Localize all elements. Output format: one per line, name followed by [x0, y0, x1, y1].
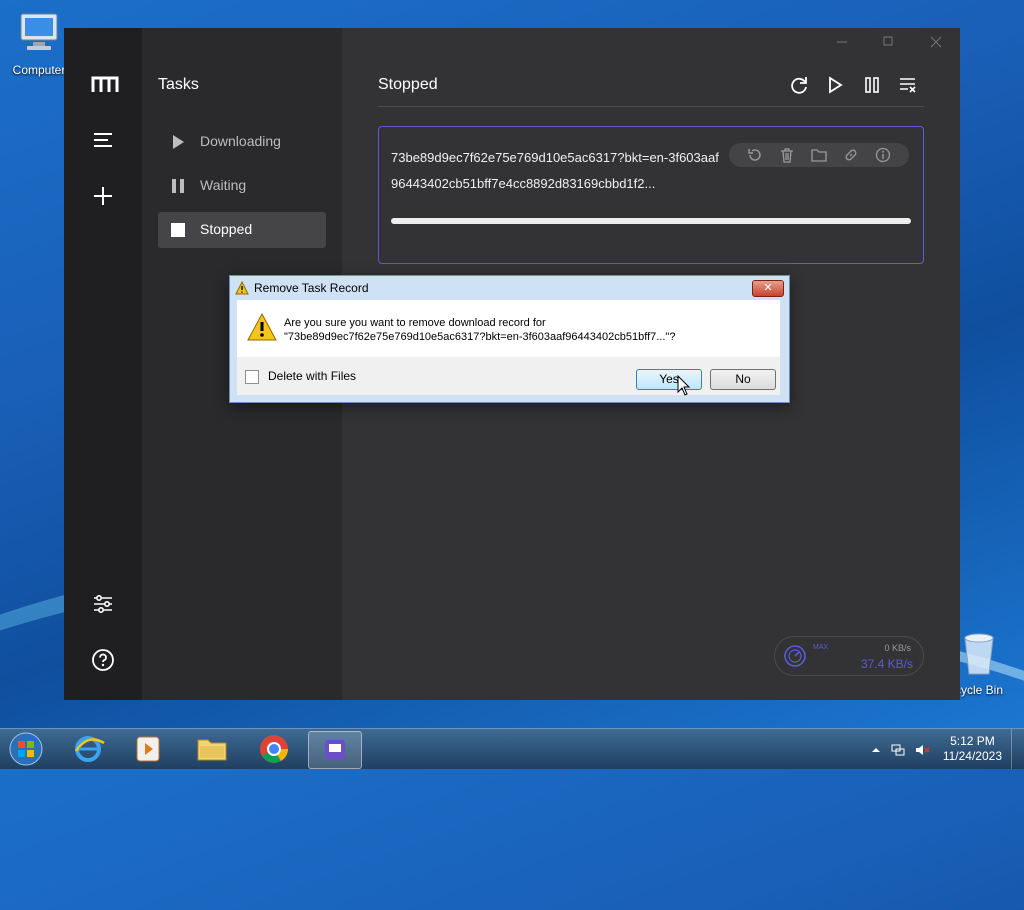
dialog-title: Remove Task Record	[254, 281, 369, 295]
dialog-message: Are you sure you want to remove download…	[284, 316, 675, 344]
volume-muted-icon[interactable]	[914, 742, 930, 758]
remove-task-dialog: Remove Task Record ✕ Are you sure you wa…	[229, 275, 790, 403]
task-actions	[729, 143, 909, 167]
dialog-body: Are you sure you want to remove download…	[237, 300, 780, 357]
desktop-icon-label: Computer	[12, 63, 66, 77]
info-icon[interactable]	[875, 147, 891, 163]
mouse-cursor-icon	[677, 374, 691, 397]
yes-button[interactable]: Yes	[636, 369, 702, 390]
warning-icon	[247, 312, 277, 342]
add-task-icon[interactable]	[91, 184, 115, 208]
app-rail	[64, 28, 142, 700]
show-desktop-button[interactable]	[1011, 729, 1024, 769]
title-divider	[378, 106, 924, 107]
pause-all-icon[interactable]	[861, 74, 883, 96]
taskbar: 5:12 PM 11/24/2023	[0, 728, 1024, 769]
speed-limit-label: MAX	[813, 644, 829, 651]
clear-list-icon[interactable]	[897, 74, 919, 96]
show-hidden-icons-icon[interactable]	[868, 742, 884, 758]
desktop-icon-label: cycle Bin	[954, 683, 1004, 697]
clock-date: 11/24/2023	[942, 749, 1002, 763]
minimize-icon[interactable]	[832, 34, 852, 50]
close-window-icon[interactable]	[926, 34, 946, 50]
dialog-close-button[interactable]: ✕	[752, 280, 784, 297]
speedometer: MAX 0 KB/s 37.4 KB/s	[774, 636, 924, 676]
clock-time: 5:12 PM	[950, 734, 995, 748]
dialog-message-line: "73be89d9ec7f62e75e769d10e5ac6317?bkt=en…	[284, 331, 676, 343]
media-player-icon[interactable]	[122, 731, 174, 767]
motrix-icon[interactable]	[308, 731, 362, 769]
refresh-icon[interactable]	[788, 74, 810, 96]
dialog-message-line: Are you sure you want to remove download…	[284, 317, 546, 329]
sidebar-item-downloading[interactable]: Downloading	[158, 124, 326, 160]
internet-explorer-icon[interactable]	[62, 731, 114, 767]
speedometer-icon	[783, 644, 807, 668]
sidebar-item-waiting[interactable]: Waiting	[158, 168, 326, 204]
start-button[interactable]	[6, 730, 46, 768]
sidebar-item-label: Waiting	[200, 177, 247, 193]
network-icon[interactable]	[890, 742, 906, 758]
sidebar-item-stopped[interactable]: Stopped	[158, 212, 326, 248]
warning-icon	[235, 280, 249, 295]
stop-icon	[170, 222, 186, 238]
maximize-icon[interactable]	[878, 34, 898, 50]
pause-icon	[170, 178, 186, 194]
help-icon[interactable]	[91, 648, 115, 672]
dialog-footer: Delete with Files Yes No	[237, 357, 780, 395]
delete-with-files-checkbox[interactable]	[245, 370, 259, 384]
upload-speed: 0 KB/s	[884, 643, 911, 653]
sidebar-item-label: Stopped	[200, 221, 253, 237]
preferences-icon[interactable]	[91, 592, 115, 616]
chrome-icon[interactable]	[248, 731, 300, 767]
sidebar-item-label: Downloading	[200, 133, 281, 149]
restart-icon[interactable]	[747, 147, 763, 163]
menu-icon[interactable]	[91, 128, 115, 152]
task-item[interactable]: 73be89d9ec7f62e75e769d10e5ac6317?bkt=en-…	[378, 126, 924, 264]
download-speed: 37.4 KB/s	[860, 657, 913, 671]
play-icon	[170, 134, 186, 150]
sidebar-title: Tasks	[158, 76, 199, 93]
no-button[interactable]: No	[710, 369, 776, 390]
app-logo-icon	[91, 72, 119, 96]
system-clock[interactable]: 5:12 PM 11/24/2023	[943, 734, 1002, 764]
resume-all-icon[interactable]	[824, 74, 846, 96]
delete-icon[interactable]	[779, 147, 795, 163]
checkbox-label: Delete with Files	[268, 369, 357, 383]
task-name: 73be89d9ec7f62e75e769d10e5ac6317?bkt=en-…	[391, 150, 719, 191]
folder-icon[interactable]	[811, 147, 827, 163]
file-explorer-icon[interactable]	[186, 731, 238, 767]
link-icon[interactable]	[843, 147, 859, 163]
task-progress-bar	[391, 218, 911, 224]
page-title: Stopped	[378, 76, 438, 93]
